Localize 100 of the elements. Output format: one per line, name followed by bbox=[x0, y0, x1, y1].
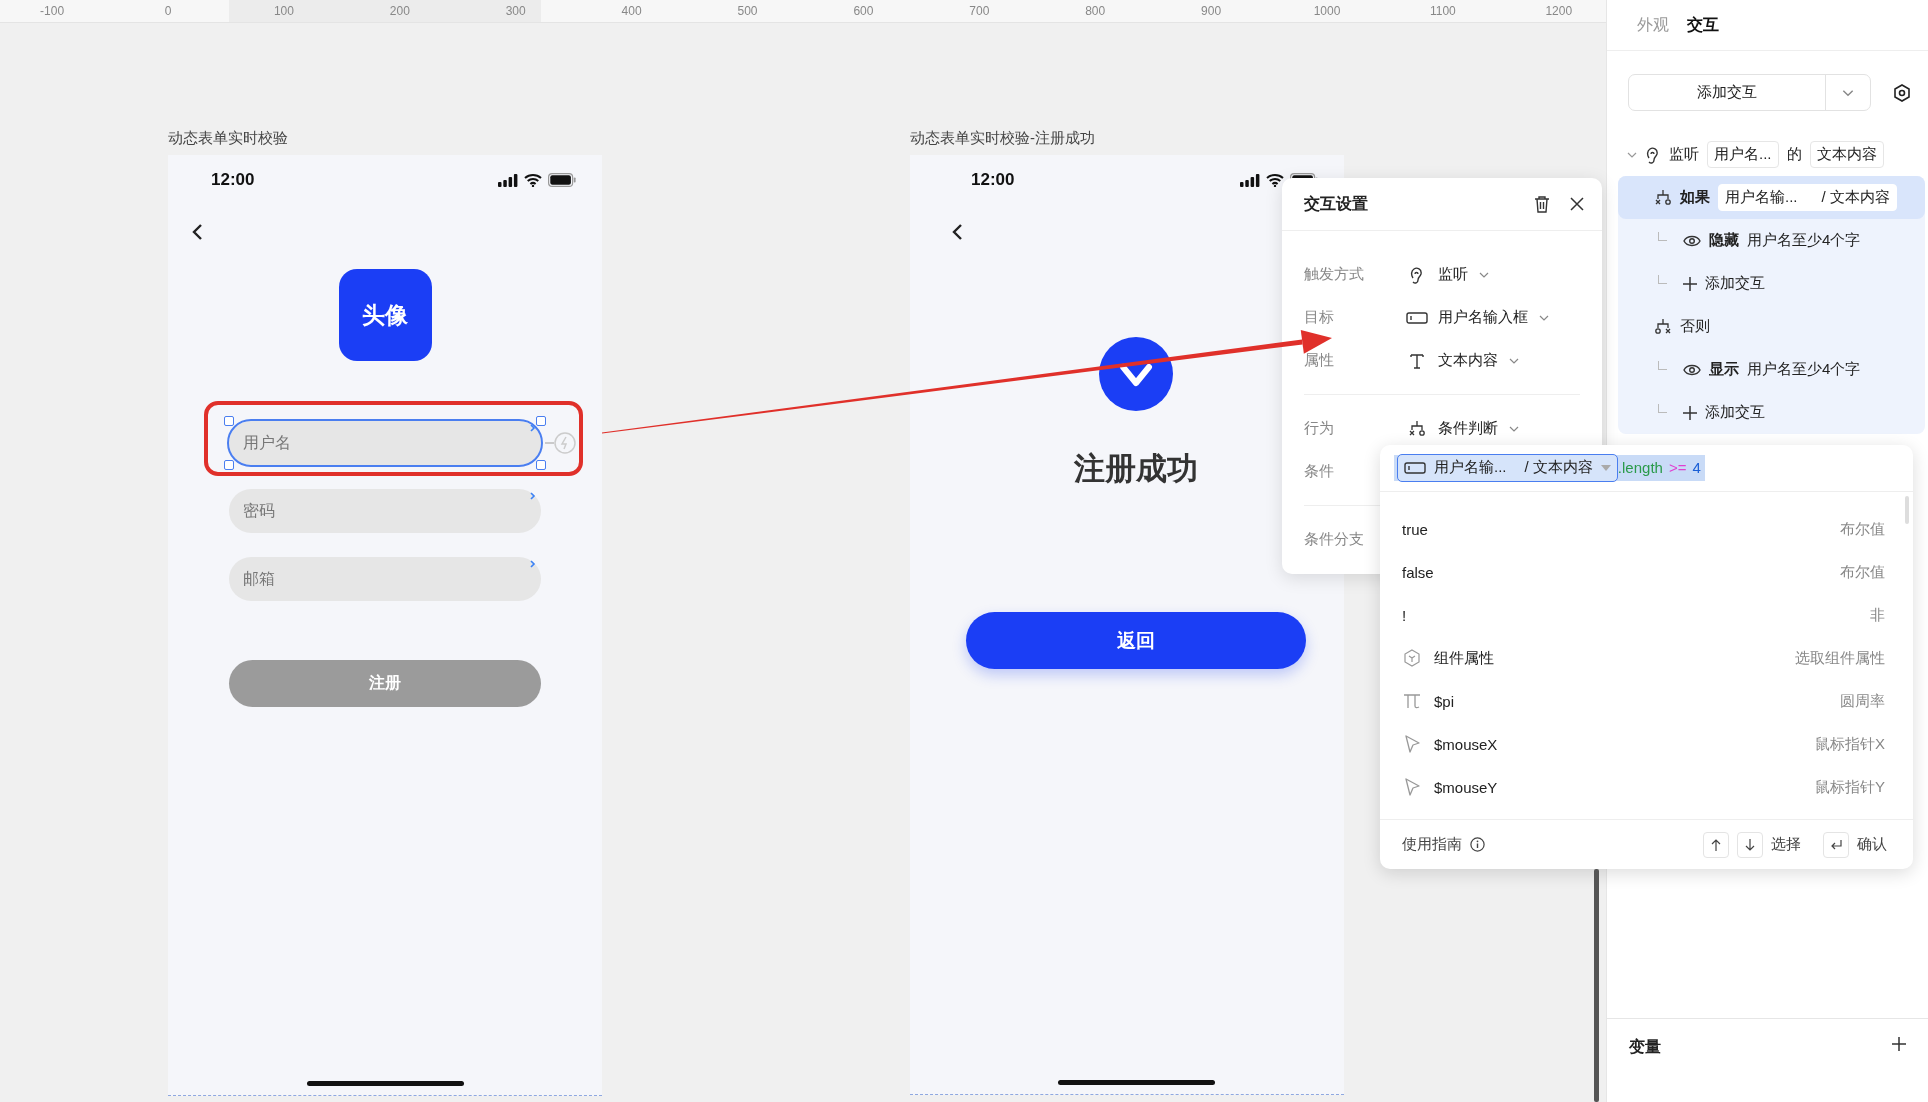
field-label: 目标 bbox=[1304, 308, 1335, 327]
plus-icon bbox=[1892, 1037, 1906, 1051]
enter-key-icon bbox=[1823, 831, 1849, 858]
suggestion-item[interactable]: false 布尔值 bbox=[1380, 550, 1913, 594]
event-label: 监听 bbox=[1669, 145, 1699, 164]
hint-label: 选择 bbox=[1771, 835, 1801, 855]
scrollbar[interactable] bbox=[1594, 869, 1599, 1102]
suggestion-item[interactable]: $mouseX 鼠标指针X bbox=[1380, 722, 1913, 766]
frame-title: 动态表单实时校验 bbox=[168, 129, 288, 148]
action-label: 显示 bbox=[1709, 360, 1739, 379]
back-chevron-icon[interactable] bbox=[952, 223, 963, 241]
guide-link[interactable]: 使用指南 bbox=[1402, 835, 1462, 855]
resize-handle[interactable] bbox=[224, 416, 234, 426]
tree-line bbox=[1658, 404, 1667, 413]
branch-label: 否则 bbox=[1680, 317, 1710, 336]
add-interaction-link[interactable]: 添加交互 bbox=[1683, 274, 1765, 293]
pointer-icon bbox=[1404, 778, 1420, 797]
ruler-label: 600 bbox=[853, 4, 874, 18]
wifi-icon bbox=[1266, 173, 1284, 187]
select-dropdown[interactable]: 用户名输入框 bbox=[1400, 304, 1556, 331]
variables-title: 变量 bbox=[1629, 1037, 1661, 1057]
branch-icon bbox=[1654, 317, 1672, 336]
interaction-marker-icon bbox=[529, 560, 537, 568]
ruler-label: 1100 bbox=[1430, 4, 1456, 18]
action-label: 隐藏 bbox=[1709, 231, 1739, 250]
select-dropdown[interactable]: 条件判断 bbox=[1400, 415, 1526, 442]
settings-icon[interactable] bbox=[1893, 83, 1911, 102]
interaction-marker-icon bbox=[529, 424, 537, 432]
interaction-marker-icon bbox=[529, 492, 537, 500]
dropdown-triangle-icon bbox=[1600, 464, 1611, 471]
ruler-label: 300 bbox=[505, 4, 526, 18]
eye-icon bbox=[1683, 234, 1701, 247]
ruler-label: 100 bbox=[273, 4, 294, 18]
input-field[interactable]: 密码 bbox=[229, 489, 541, 533]
field-label: 条件分支 bbox=[1304, 530, 1365, 549]
eye-icon bbox=[1683, 363, 1701, 376]
field-label: 条件 bbox=[1304, 462, 1335, 481]
ruler-label: 500 bbox=[737, 4, 758, 18]
suggestion-item[interactable]: $pi 圆周率 bbox=[1380, 679, 1913, 723]
battery-icon bbox=[548, 173, 576, 187]
plus-icon bbox=[1683, 276, 1697, 291]
tree-line bbox=[1658, 275, 1667, 284]
action-target: 用户名至少4个字 bbox=[1747, 360, 1861, 379]
panel-tab[interactable]: 交互 bbox=[1687, 14, 1719, 36]
select-dropdown[interactable]: 监听 bbox=[1400, 261, 1496, 288]
info-icon bbox=[1470, 837, 1485, 853]
target-chip[interactable]: 用户名... bbox=[1707, 141, 1779, 168]
checkmark-circle-icon bbox=[1099, 337, 1173, 411]
down-key-icon bbox=[1737, 831, 1763, 858]
add-interaction-button[interactable]: 添加交互 bbox=[1628, 74, 1871, 111]
resize-handle[interactable] bbox=[536, 460, 546, 470]
ruler-label: 1000 bbox=[1313, 4, 1341, 18]
tree-line bbox=[1658, 361, 1667, 370]
ruler-label: 200 bbox=[389, 4, 410, 18]
suggestion-item[interactable]: $mouseY 鼠标指针Y bbox=[1380, 765, 1913, 809]
ruler-label: 1200 bbox=[1545, 4, 1573, 18]
tree-line bbox=[1658, 232, 1667, 241]
branch-label: 如果 bbox=[1680, 188, 1710, 207]
suggestion-item[interactable]: true 布尔值 bbox=[1380, 507, 1913, 551]
ear-icon bbox=[1645, 145, 1661, 164]
action-target: 用户名至少4个字 bbox=[1747, 231, 1861, 250]
input-field[interactable]: 邮箱 bbox=[229, 557, 541, 601]
branch-icon bbox=[1408, 419, 1426, 438]
property-chip[interactable]: 文本内容 bbox=[1809, 141, 1884, 168]
back-chevron-icon[interactable] bbox=[192, 223, 203, 241]
ruler-label: 400 bbox=[621, 4, 642, 18]
expression-field[interactable]: 用户名输... / 文本内容 .length >= 4 bbox=[1394, 454, 1705, 481]
input-icon bbox=[1406, 310, 1428, 325]
hexagon-icon bbox=[1403, 649, 1421, 668]
field-label: 属性 bbox=[1304, 351, 1335, 370]
ruler-label: 0 bbox=[164, 4, 172, 18]
connector-handle-icon[interactable] bbox=[545, 432, 577, 454]
status-time: 12:00 bbox=[971, 170, 1015, 190]
select-dropdown[interactable]: 文本内容 bbox=[1400, 347, 1526, 374]
add-interaction-link[interactable]: 添加交互 bbox=[1683, 403, 1765, 422]
pi-icon bbox=[1403, 693, 1421, 710]
ruler-label: 800 bbox=[1085, 4, 1106, 18]
trash-icon[interactable] bbox=[1534, 195, 1550, 213]
return-button[interactable]: 返回 bbox=[966, 612, 1306, 669]
ear-icon bbox=[1409, 265, 1425, 284]
signal-icon bbox=[1240, 173, 1260, 187]
resize-handle[interactable] bbox=[536, 416, 546, 426]
suggestion-item[interactable]: 组件属性 选取组件属性 bbox=[1380, 636, 1913, 680]
scrollbar[interactable] bbox=[1905, 495, 1909, 524]
input-field[interactable]: 用户名 bbox=[229, 421, 541, 465]
resize-handle[interactable] bbox=[224, 460, 234, 470]
ruler-label: 900 bbox=[1201, 4, 1222, 18]
plus-icon bbox=[1683, 405, 1697, 420]
field-label: 触发方式 bbox=[1304, 265, 1365, 284]
connector-label: 的 bbox=[1786, 145, 1802, 164]
field-label: 行为 bbox=[1304, 419, 1335, 438]
branch-row[interactable]: 否则 bbox=[1618, 305, 1925, 348]
branch-row[interactable]: 如果 用户名输... / 文本内容 bbox=[1618, 176, 1925, 219]
ruler-label: -100 bbox=[40, 4, 65, 18]
close-icon[interactable] bbox=[1570, 197, 1584, 211]
condition-chip[interactable]: 用户名输... / 文本内容 bbox=[1718, 184, 1897, 211]
suggestion-item[interactable]: ! 非 bbox=[1380, 593, 1913, 637]
frame-title: 动态表单实时校验-注册成功 bbox=[910, 129, 1095, 148]
variable-token[interactable]: 用户名输... / 文本内容 bbox=[1397, 453, 1618, 482]
ruler-label: 700 bbox=[969, 4, 990, 18]
